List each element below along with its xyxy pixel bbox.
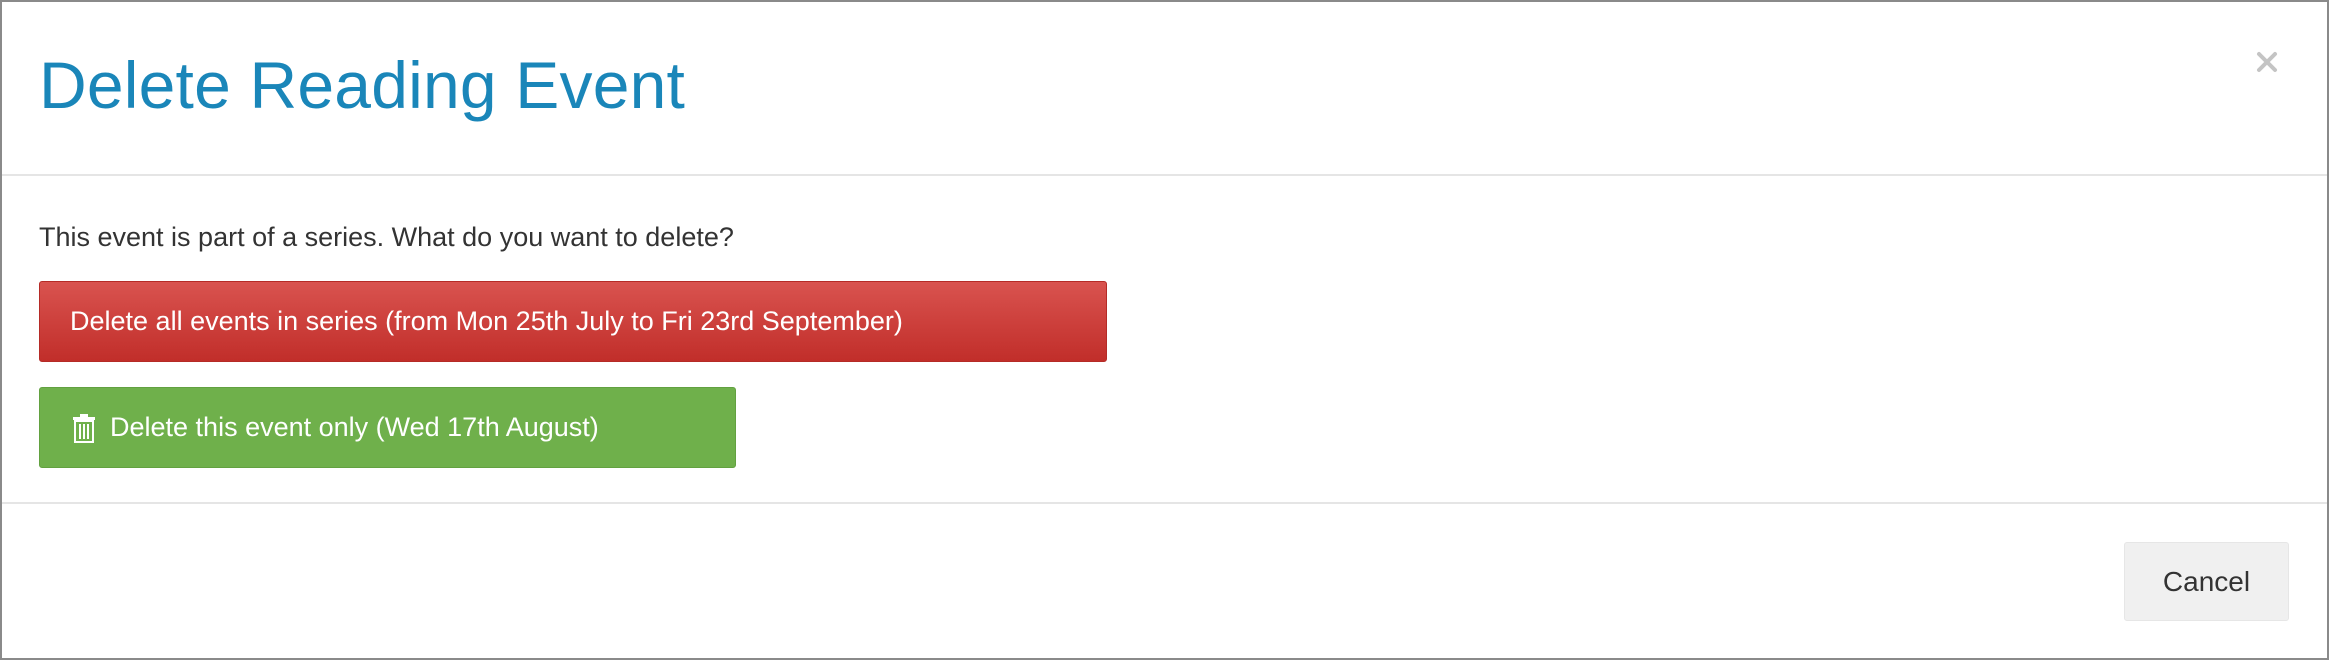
delete-single-label: Delete this event only (Wed 17th August) bbox=[110, 412, 599, 442]
cancel-button[interactable]: Cancel bbox=[2124, 542, 2289, 621]
delete-reading-event-dialog: Delete Reading Event This event is part … bbox=[0, 0, 2329, 660]
close-icon bbox=[2247, 42, 2287, 82]
delete-series-button[interactable]: Delete all events in series (from Mon 25… bbox=[39, 281, 1107, 362]
delete-single-event-button[interactable]: Delete this event only (Wed 17th August) bbox=[39, 387, 736, 468]
dialog-title: Delete Reading Event bbox=[39, 48, 686, 122]
dialog-footer: Cancel bbox=[2, 502, 2327, 660]
dialog-header: Delete Reading Event bbox=[2, 2, 2327, 176]
delete-prompt: This event is part of a series. What do … bbox=[39, 222, 734, 252]
dialog-body: This event is part of a series. What do … bbox=[2, 176, 2327, 502]
close-button[interactable] bbox=[2247, 42, 2287, 82]
trash-icon bbox=[70, 413, 98, 443]
delete-series-label: Delete all events in series (from Mon 25… bbox=[70, 306, 903, 336]
